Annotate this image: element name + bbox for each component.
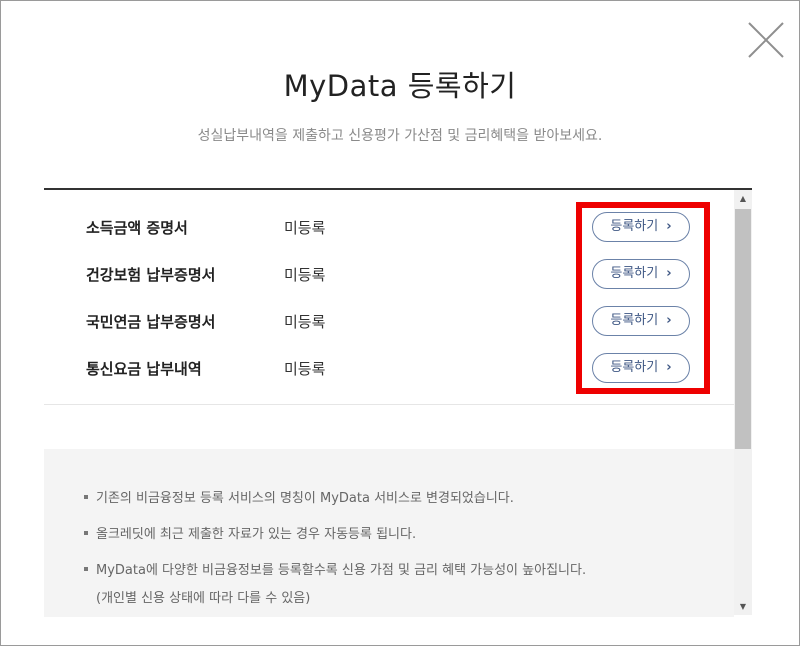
document-name: 소득금액 증명서 [86, 219, 188, 237]
chevron-right-icon: › [666, 266, 672, 281]
scroll-up-arrow-icon[interactable]: ▲ [734, 190, 752, 207]
registration-status: 미등록 [284, 360, 326, 378]
list-item: 소득금액 증명서 미등록 등록하기 › [44, 212, 734, 244]
scrollbar-thumb[interactable] [735, 209, 751, 449]
register-button-label: 등록하기 [610, 360, 659, 375]
register-button-label: 등록하기 [610, 219, 659, 234]
document-name: 건강보험 납부증명서 [86, 266, 216, 284]
chevron-right-icon: › [666, 219, 672, 234]
document-name: 국민연금 납부증명서 [86, 313, 216, 331]
bullet-icon [84, 567, 88, 571]
document-name: 통신요금 납부내역 [86, 360, 202, 378]
notice-item: MyData에 다양한 비금융정보를 등록할수록 신용 가점 및 금리 혜택 가… [84, 559, 586, 578]
register-button-label: 등록하기 [610, 313, 659, 328]
notice-box: 기존의 비금융정보 등록 서비스의 명칭이 MyData 서비스로 변경되었습니… [44, 449, 734, 617]
notice-item: 기존의 비금융정보 등록 서비스의 명칭이 MyData 서비스로 변경되었습니… [84, 487, 514, 506]
register-button[interactable]: 등록하기 › [592, 212, 690, 242]
document-list: 소득금액 증명서 미등록 등록하기 › 건강보험 납부증명서 미등록 등록하기 › … [44, 190, 734, 405]
bullet-icon [84, 531, 88, 535]
registration-status: 미등록 [284, 313, 326, 331]
notice-item: 올크레딧에 최근 제출한 자료가 있는 경우 자동등록 됩니다. [84, 523, 416, 542]
mydata-dialog: MyData 등록하기 성실납부내역을 제출하고 신용평가 가산점 및 금리혜택… [0, 0, 800, 646]
document-list-area: 소득금액 증명서 미등록 등록하기 › 건강보험 납부증명서 미등록 등록하기 › … [44, 188, 752, 617]
register-button[interactable]: 등록하기 › [592, 259, 690, 289]
close-icon[interactable] [747, 21, 785, 59]
list-item: 통신요금 납부내역 미등록 등록하기 › [44, 353, 734, 385]
registration-status: 미등록 [284, 219, 326, 237]
register-button[interactable]: 등록하기 › [592, 353, 690, 383]
list-item: 국민연금 납부증명서 미등록 등록하기 › [44, 306, 734, 338]
vertical-scrollbar[interactable]: ▲ ▼ [734, 190, 752, 615]
notice-subnote: (개인별 신용 상태에 따라 다를 수 있음) [96, 591, 311, 606]
chevron-right-icon: › [666, 313, 672, 328]
list-item: 건강보험 납부증명서 미등록 등록하기 › [44, 259, 734, 291]
register-button[interactable]: 등록하기 › [592, 306, 690, 336]
register-button-label: 등록하기 [610, 266, 659, 281]
chevron-right-icon: › [666, 360, 672, 375]
scroll-down-arrow-icon[interactable]: ▼ [734, 598, 752, 615]
dialog-subtitle: 성실납부내역을 제출하고 신용평가 가산점 및 금리혜택을 받아보세요. [197, 128, 603, 144]
registration-status: 미등록 [284, 266, 326, 284]
dialog-title: MyData 등록하기 [283, 69, 517, 103]
bullet-icon [84, 495, 88, 499]
